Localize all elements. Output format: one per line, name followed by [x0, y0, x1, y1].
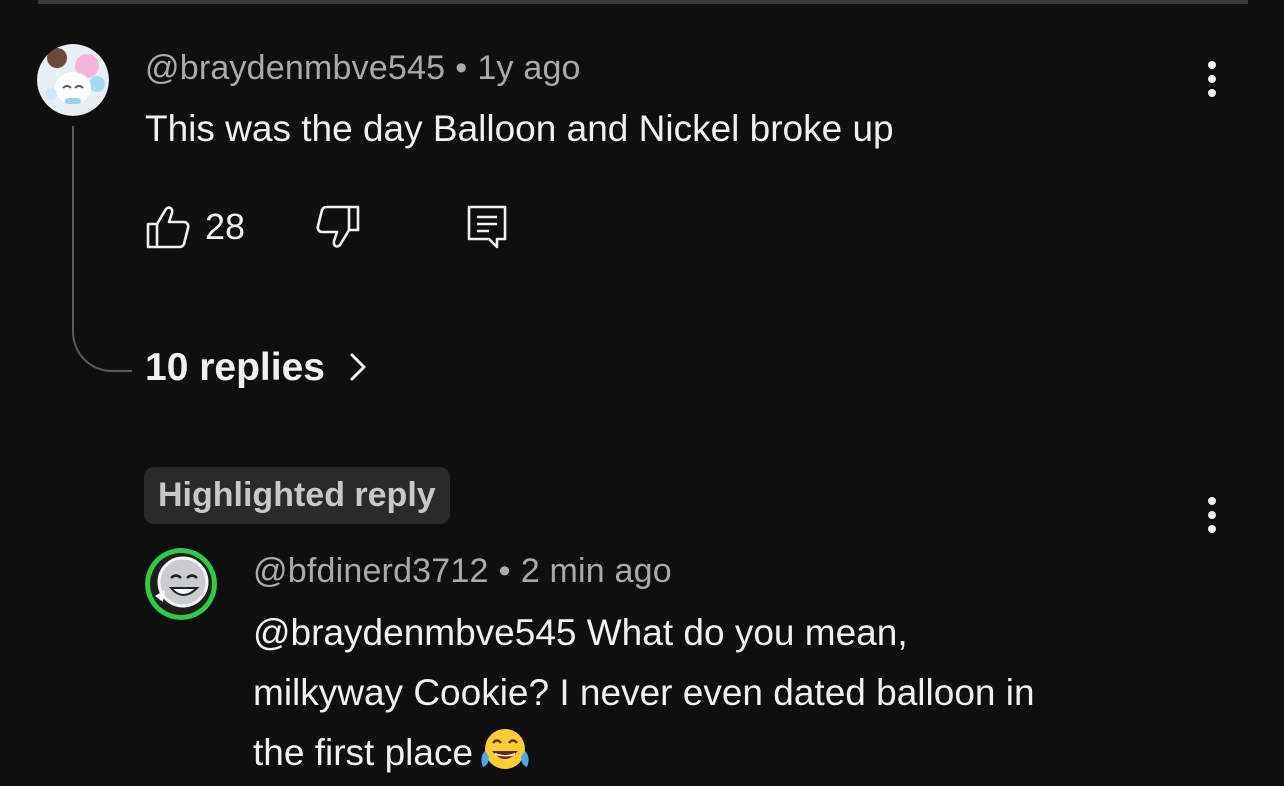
comment-text: This was the day Balloon and Nickel brok… [145, 108, 894, 149]
top-divider [38, 0, 1248, 4]
comment-time: 1y ago [477, 49, 581, 87]
like-button[interactable] [145, 204, 191, 250]
reply-line-3-text: the first place [253, 732, 474, 773]
like-count: 28 [205, 206, 246, 247]
reply-text: @braydenmbve545 What do you mean, milkyw… [253, 603, 1233, 786]
dislike-button[interactable] [315, 204, 361, 250]
reply-mention-link[interactable]: @braydenmbve545 [253, 612, 576, 653]
chevron-right-icon [348, 348, 368, 392]
view-replies-button[interactable]: 10 replies [145, 346, 368, 392]
meta-separator: • [498, 552, 511, 590]
thread-connector-line [72, 126, 132, 372]
reply-button[interactable] [465, 204, 511, 250]
comment-meta: @braydenmbve545 • 1y ago [145, 49, 581, 88]
commenter-avatar[interactable] [37, 44, 109, 116]
reply-time: 2 min ago [520, 552, 672, 590]
highlighted-reply-badge: Highlighted reply [144, 467, 450, 524]
face-with-tears-of-joy-icon [479, 727, 531, 786]
reply-line-3: the first place [253, 723, 1233, 786]
comment-username[interactable]: @braydenmbve545 [145, 49, 445, 87]
reply-line-1: @braydenmbve545 What do you mean, [253, 603, 1233, 663]
replier-avatar[interactable] [145, 548, 217, 620]
thumbs-up-icon [146, 206, 190, 249]
thumbs-down-icon [316, 205, 360, 248]
reply-icon [467, 205, 507, 249]
reply-meta: @bfdinerd3712 • 2 min ago [253, 552, 672, 591]
meta-separator: • [455, 49, 468, 87]
reply-username[interactable]: @bfdinerd3712 [253, 552, 489, 590]
replies-count-label: 10 replies [145, 346, 325, 389]
reply-line-2: milkyway Cookie? I never even dated ball… [253, 672, 1035, 713]
reply-more-button[interactable] [1202, 497, 1222, 537]
reply-line-1-rest: What do you mean, [576, 612, 908, 653]
comment-more-button[interactable] [1202, 61, 1222, 101]
